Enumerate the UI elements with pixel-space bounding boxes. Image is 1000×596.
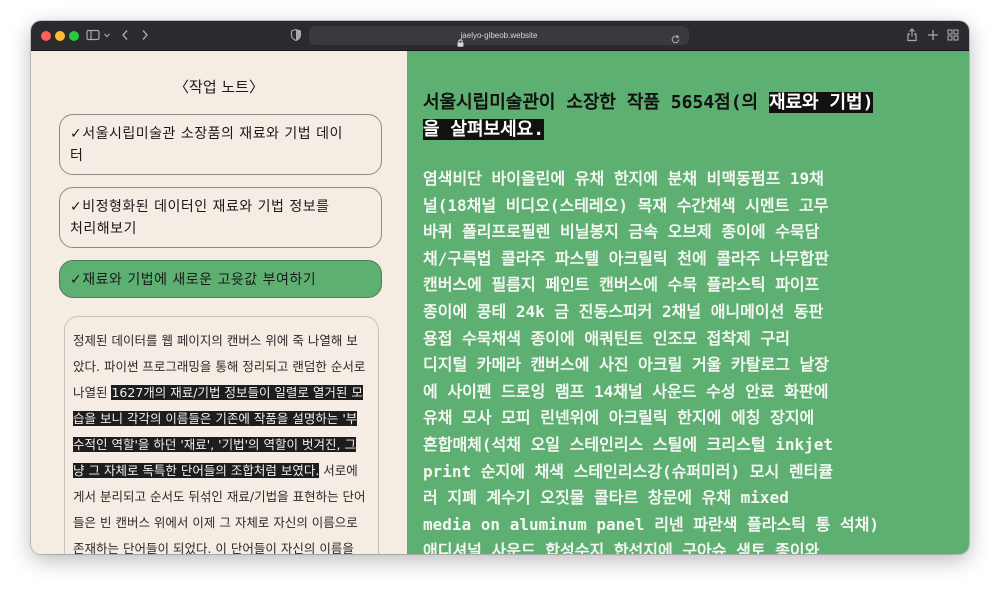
sidebar-toggle-icon[interactable]: [86, 27, 100, 43]
word-line: 러 지폐 계수기 오짓물 콜타르 창문에 유채 mixed: [423, 488, 789, 508]
heading-highlight: 을 살펴보세요.: [423, 119, 545, 140]
paragraph-text: 서로에: [319, 463, 358, 478]
note-item-data[interactable]: ✓서울시립미술관 소장품의 재료와 기법 데이 터: [59, 114, 382, 175]
share-icon[interactable]: [906, 27, 918, 43]
paragraph-text: 나열된: [73, 385, 112, 400]
note-line: 터: [70, 148, 84, 164]
page-heading: 서울시립미술관이 소장한 작품 5654점(의 재료와 기법) 을 살펴보세요.: [423, 89, 959, 143]
tab-overview-icon[interactable]: [947, 27, 959, 43]
word-line: 용접 수묵채색 종이에 애쿼틴트 인조모 접착제 구리: [423, 328, 790, 348]
word-line: 유채 모사 모피 린넨위에 아크릴릭 한지에 에칭 장지에: [423, 408, 815, 428]
notes-title: 〈작업 노트〉: [174, 78, 264, 96]
heading-text: 서울시립미술관이 소장한 작품 5654점(의: [423, 92, 769, 113]
word-line: print 순지에 채색 스테인리스강(슈퍼미러) 모시 렌티큘: [423, 461, 833, 481]
new-tab-icon[interactable]: [927, 27, 939, 43]
browser-toolbar: jaelyo-gibeob.website: [31, 21, 969, 51]
back-arrow-icon[interactable]: [120, 27, 130, 43]
word-line: 염색비단 바이올린에 유채 한지에 분채 비맥동펌프 19채: [423, 169, 824, 188]
word-line: 혼합매체(석채 오일 스테인리스 스틸에 크리스털 inkjet: [423, 434, 833, 454]
note-line: ✓비정형화된 데이터인 재료와 기법 정보를: [70, 199, 330, 215]
note-paragraph: 정제된 데이터를 웹 페이지의 캔버스 위에 죽 나열해 보 았다. 파이썬 프…: [73, 328, 373, 554]
note-line: ✓재료와 기법에 새로운 고윳값 부여하기: [70, 272, 317, 288]
note-item-unique-values[interactable]: ✓재료와 기법에 새로운 고윳값 부여하기: [59, 260, 382, 298]
word-line: 바퀴 폴리프로필렌 비닐봉지 금속 오브제 종이에 수묵담: [423, 222, 820, 242]
close-window-button[interactable]: [41, 31, 51, 41]
paragraph-line: 들은 빈 캔버스 위에서 이제 그 자체로 자신의 이름으로: [73, 515, 358, 530]
word-line: 애디셔널 사운드 합성수지 한선지에 구아슈 색토 종이와: [423, 541, 820, 554]
paragraph-line: 수적인 역할'을 하던 '재료', '기법'의 역할이 벗겨진, 그: [73, 432, 373, 458]
notes-panel: 〈작업 노트〉 ✓서울시립미술관 소장품의 재료와 기법 데이 터 ✓비정형화된…: [31, 51, 407, 554]
paragraph-line: 나열된 1627개의 재료/기법 정보들이 일렬로 열거된 모: [73, 380, 373, 406]
highlighted-text: 수적인 역할'을 하던 '재료', '기법'의 역할이 벗겨진, 그: [73, 437, 356, 452]
note-line: ✓서울시립미술관 소장품의 재료와 기법 데이: [70, 126, 343, 142]
zoom-window-button[interactable]: [69, 31, 79, 41]
paragraph-line: 게서 분리되고 순서도 뒤섞인 재료/기법을 표현하는 단어: [73, 489, 366, 504]
word-line: 디지털 카메라 캔버스에 사진 아크릴 거울 카탈로그 낱장: [423, 355, 829, 375]
page-content: 〈작업 노트〉 ✓서울시립미술관 소장품의 재료와 기법 데이 터 ✓비정형화된…: [31, 51, 969, 554]
word-line: media on aluminum panel 리넨 파란색 플라스틱 통 석채…: [423, 514, 879, 534]
material-word-list[interactable]: 염색비단 바이올린에 유채 한지에 분채 비맥동펌프 19채 널(18채널 비디…: [423, 166, 963, 554]
note-item-processing[interactable]: ✓비정형화된 데이터인 재료와 기법 정보를 처리해보기: [59, 187, 382, 248]
highlighted-text: 습을 보니 각각의 이름들은 기존에 작품을 설명하는 '부: [73, 411, 358, 426]
word-line: 널(18채널 비디오(스테레오) 목재 수간채색 시멘트 고무: [423, 195, 829, 215]
note-line: 처리해보기: [70, 221, 137, 237]
browser-window: jaelyo-gibeob.website 〈작업 노트〉 ✓서울시립미술관 소…: [31, 21, 969, 554]
minimize-window-button[interactable]: [55, 31, 65, 41]
privacy-shield-icon[interactable]: [290, 27, 302, 43]
highlighted-text: 1627개의 재료/기법 정보들이 일렬로 열거된 모: [111, 385, 363, 400]
paragraph-line: 존재하는 단어들이 되었다. 이 단어들이 자신의 이름을: [73, 541, 354, 554]
word-line: 캔버스에 필름지 페인트 캔버스에 수묵 플라스틱 파이프: [423, 275, 820, 295]
address-bar[interactable]: jaelyo-gibeob.website: [309, 26, 689, 47]
reload-icon[interactable]: [670, 30, 681, 49]
word-line: 종이에 콩테 24k 금 진동스피커 2채널 애니메이션 동판: [423, 301, 824, 321]
paragraph-line: 정제된 데이터를 웹 페이지의 캔버스 위에 죽 나열해 보: [73, 333, 358, 348]
url-text: jaelyo-gibeob.website: [460, 31, 538, 40]
paragraph-line: 았다. 파이썬 프로그래밍을 통해 정리되고 랜덤한 순서로: [73, 359, 366, 374]
word-line: 채/구륵법 콜라주 파스텔 아크릴릭 천에 콜라주 나무합판: [423, 248, 829, 268]
forward-arrow-icon[interactable]: [140, 27, 150, 43]
chevron-down-icon[interactable]: [103, 27, 111, 43]
paragraph-line: 습을 보니 각각의 이름들은 기존에 작품을 설명하는 '부: [73, 406, 373, 432]
word-line: 에 사이펜 드로잉 램프 14채널 사운드 수성 안료 화판에: [423, 381, 829, 401]
highlighted-text: 냥 그 자체로 독특한 단어들의 조합처럼 보였다.: [73, 463, 320, 478]
heading-highlight: 재료와 기법): [768, 92, 874, 113]
materials-panel: 서울시립미술관이 소장한 작품 5654점(의 재료와 기법) 을 살펴보세요.…: [407, 51, 969, 554]
paragraph-line: 냥 그 자체로 독특한 단어들의 조합처럼 보였다. 서로에: [73, 458, 373, 484]
